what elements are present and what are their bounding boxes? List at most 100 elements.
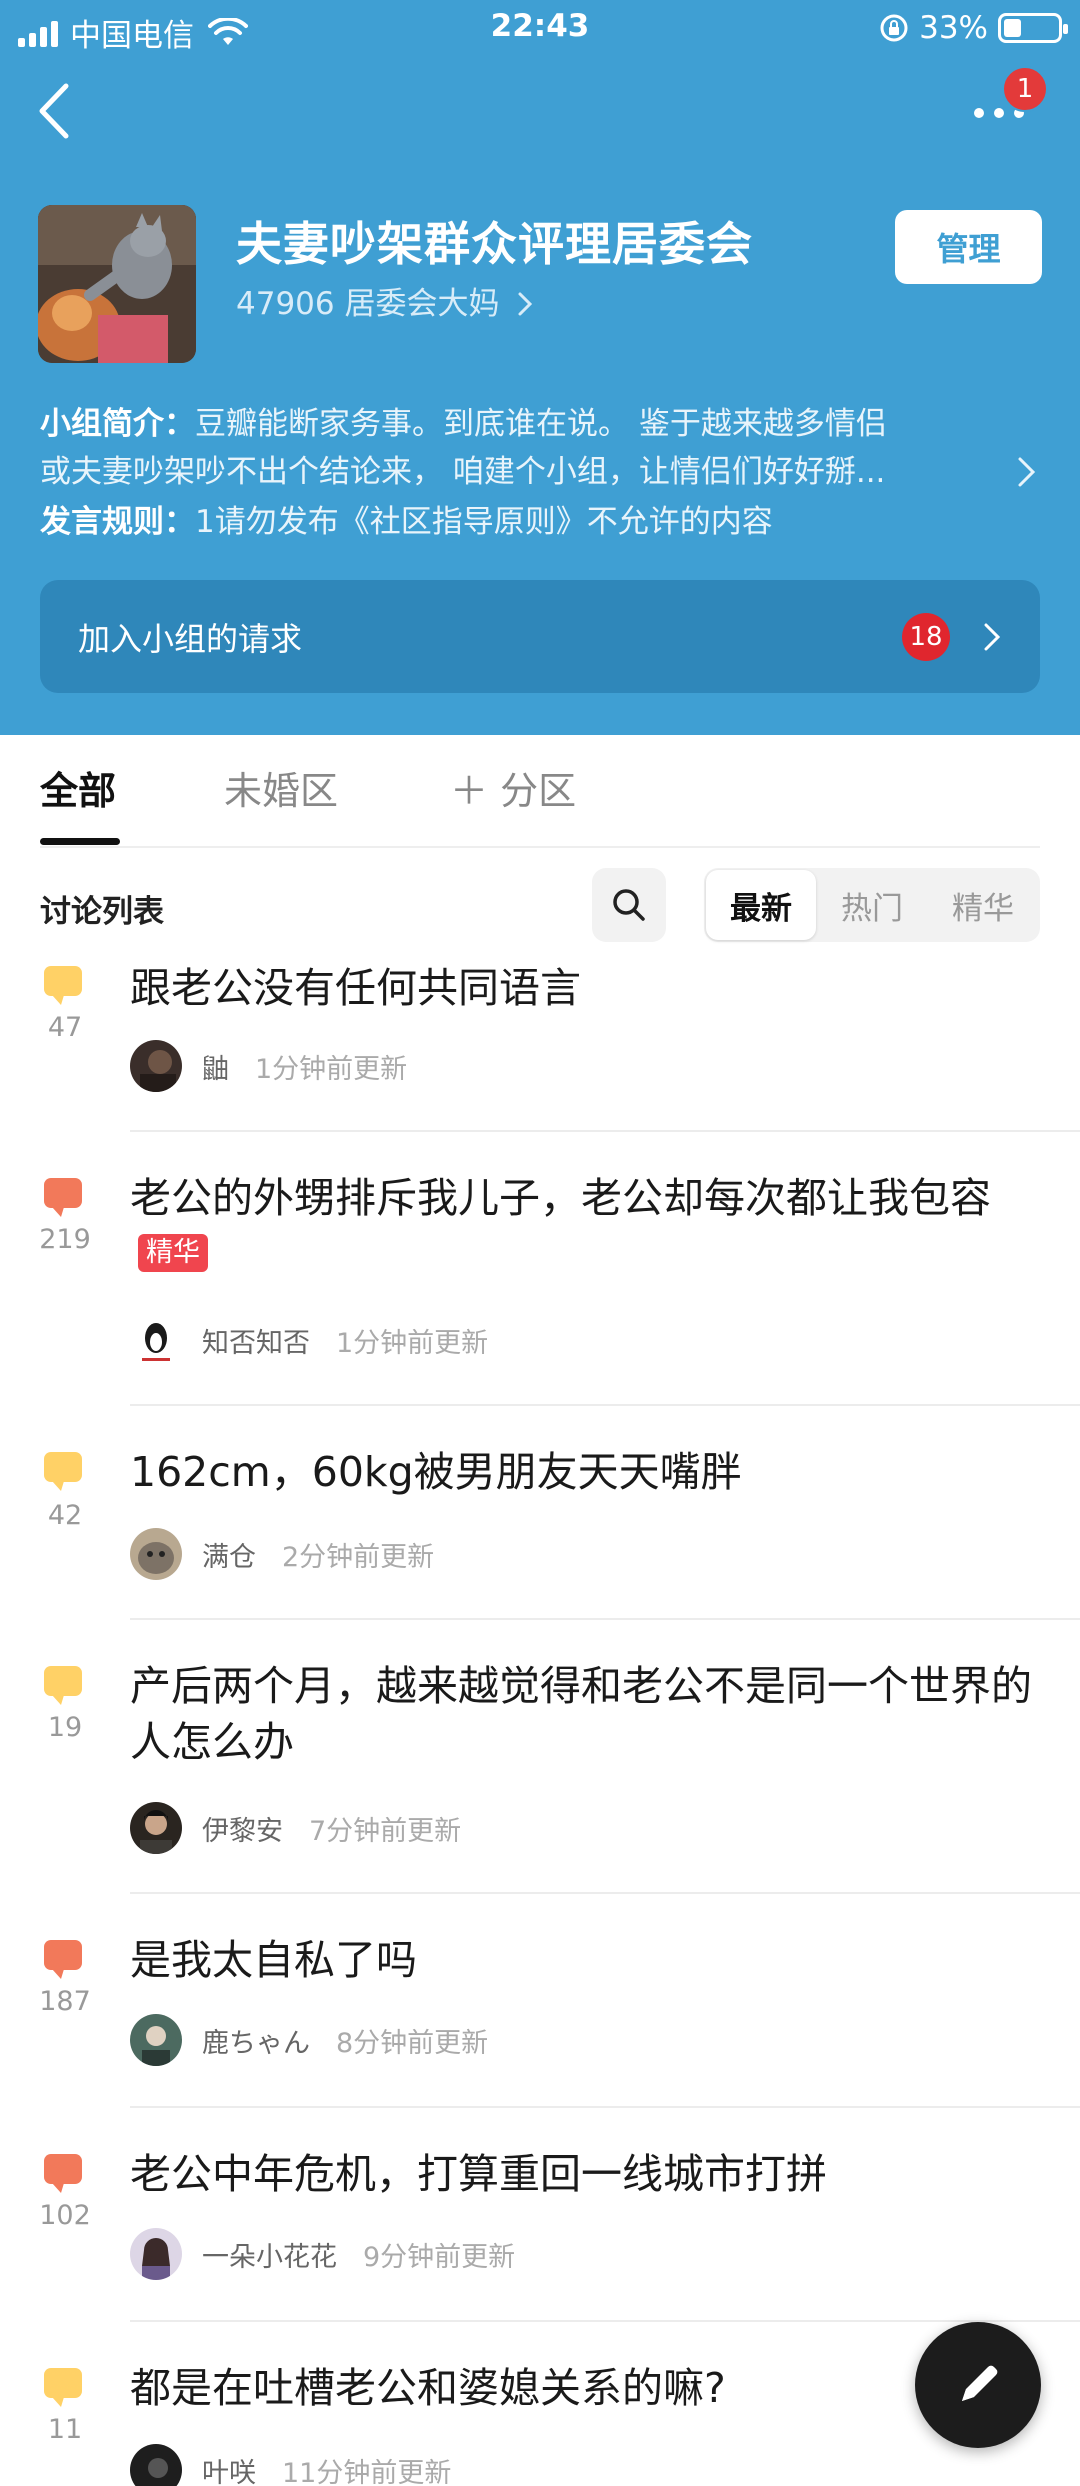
pen-icon	[962, 2365, 998, 2401]
topic-meta: 鹿ちゃん 8分钟前更新	[130, 2014, 488, 2066]
join-requests-label: 加入小组的请求	[78, 619, 303, 658]
compose-button[interactable]	[915, 2322, 1041, 2448]
intro-text-line2: 或夫妻吵架吵不出个结论来， 咱建个小组，让情侣们好好掰...	[40, 454, 886, 490]
group-avatar[interactable]	[38, 205, 196, 363]
reply-count: 11	[47, 2414, 83, 2445]
battery-icon	[998, 13, 1068, 43]
group-name: 夫妻吵架群众评理居委会	[236, 217, 753, 271]
member-count: 47906 居委会大妈	[236, 286, 500, 322]
update-time: 1分钟前更新	[255, 1053, 408, 1085]
topic-meta: 一朵小花花 9分钟前更新	[130, 2228, 515, 2280]
comment-bubble-icon	[44, 1666, 82, 1705]
update-time: 7分钟前更新	[309, 1815, 462, 1847]
topic-divider	[130, 1130, 1080, 1132]
author-name[interactable]: 鹿ちゃん	[202, 2021, 310, 2060]
rotation-lock-icon	[880, 14, 908, 42]
update-time: 1分钟前更新	[336, 1327, 489, 1359]
author-name[interactable]: 伊黎安	[202, 1809, 283, 1848]
comment-bubble-icon	[44, 1940, 82, 1979]
topic-meta: 知否知否 1分钟前更新	[130, 1314, 488, 1366]
sort-hot[interactable]: 热门	[817, 868, 927, 942]
comment-bubble-icon	[44, 1178, 82, 1217]
reply-count: 47	[47, 1012, 83, 1043]
topic-divider	[130, 2106, 1080, 2108]
tab-unmarried[interactable]: 未婚区	[224, 760, 338, 815]
topic-title[interactable]: 162cm，60kg被男朋友天天嘴胖	[130, 1444, 1040, 1500]
discussion-list-title: 讨论列表	[40, 894, 164, 930]
battery-percent: 33%	[919, 10, 988, 46]
chevron-right-icon	[518, 292, 533, 316]
manage-button[interactable]: 管理	[895, 210, 1042, 284]
tab-all[interactable]: 全部	[40, 760, 116, 815]
comment-bubble-icon	[44, 2368, 82, 2407]
rules-label: 发言规则：	[40, 504, 195, 540]
topic-meta: 鼬 1分钟前更新	[130, 1040, 407, 1092]
group-header: 中国电信 22:43 33% 1 夫妻吵架群众评理居委会 47906 居委会大妈…	[0, 0, 1080, 735]
chevron-right-icon[interactable]	[1016, 455, 1038, 489]
topic-title[interactable]: 产后两个月，越来越觉得和老公不是同一个世界的人怎么办	[130, 1658, 1040, 1770]
author-name[interactable]: 知否知否	[202, 1321, 310, 1360]
tab-add-section[interactable]: ＋ 分区	[450, 760, 576, 815]
sort-featured[interactable]: 精华	[928, 868, 1038, 942]
topic-divider	[130, 2320, 1080, 2322]
author-name[interactable]: 叶咲	[202, 2451, 256, 2486]
author-name[interactable]: 鼬	[202, 1047, 229, 1086]
reply-count: 102	[39, 2200, 91, 2231]
status-bar: 中国电信 22:43 33%	[0, 0, 1080, 56]
avatar[interactable]	[130, 2014, 182, 2066]
section-tabs: 全部 未婚区 ＋ 分区	[40, 760, 1040, 850]
status-right: 33%	[879, 10, 1068, 46]
list-header: 讨论列表 最新 热门 精华	[40, 868, 1040, 942]
avatar[interactable]	[130, 1314, 182, 1366]
reply-count: 187	[39, 1986, 91, 2017]
topic-title[interactable]: 是我太自私了吗	[130, 1932, 1040, 1988]
sort-segmented-control: 最新 热门 精华	[704, 868, 1040, 942]
member-count-link[interactable]: 47906 居委会大妈	[236, 278, 533, 323]
update-time: 11分钟前更新	[282, 2457, 452, 2486]
join-requests-row[interactable]: 加入小组的请求 18	[40, 580, 1040, 693]
reply-count: 42	[47, 1500, 83, 1531]
topic-meta: 满仓 2分钟前更新	[130, 1528, 434, 1580]
topic-divider	[130, 1892, 1080, 1894]
topic-title-text: 老公的外甥排斥我儿子，老公却每次都让我包容	[130, 1174, 991, 1222]
topic-title[interactable]: 老公中年危机，打算重回一线城市打拼	[130, 2146, 1040, 2202]
chevron-right-icon	[984, 623, 1001, 650]
back-chevron-icon[interactable]	[30, 78, 80, 144]
avatar[interactable]	[130, 1528, 182, 1580]
update-time: 8分钟前更新	[336, 2027, 489, 2059]
group-intro[interactable]: 小组简介：豆瓣能断家务事。到底谁在说。 鉴于越来越多情侣 或夫妻吵架吵不出个结论…	[40, 400, 990, 496]
search-button[interactable]	[592, 868, 666, 942]
topic-title[interactable]: 老公的外甥排斥我儿子，老公却每次都让我包容精华	[130, 1170, 1040, 1282]
topic-divider	[130, 1404, 1080, 1406]
intro-label: 小组简介：	[40, 406, 195, 442]
notification-badge: 1	[1002, 66, 1048, 112]
cat-photo-icon	[38, 205, 196, 363]
avatar[interactable]	[130, 1802, 182, 1854]
posting-rules: 发言规则：1请勿发布《社区指导原则》不允许的内容	[40, 496, 773, 541]
update-time: 9分钟前更新	[363, 2241, 516, 2273]
author-name[interactable]: 满仓	[202, 1535, 256, 1574]
topic-divider	[130, 1618, 1080, 1620]
comment-bubble-icon	[44, 966, 82, 1005]
featured-tag: 精华	[138, 1234, 208, 1272]
tabs-divider	[40, 846, 1040, 848]
reply-count: 19	[47, 1712, 83, 1743]
avatar[interactable]	[130, 2228, 182, 2280]
comment-bubble-icon	[44, 1452, 82, 1491]
join-requests-badge: 18	[902, 612, 950, 661]
update-time: 2分钟前更新	[282, 1541, 435, 1573]
reply-count: 219	[39, 1224, 91, 1255]
search-icon	[613, 889, 645, 921]
sort-latest[interactable]: 最新	[706, 870, 816, 940]
intro-text-line1: 豆瓣能断家务事。到底谁在说。 鉴于越来越多情侣	[195, 406, 887, 442]
topic-meta: 叶咲 11分钟前更新	[130, 2444, 451, 2486]
topic-title[interactable]: 都是在吐槽老公和婆媳关系的嘛?	[130, 2360, 1040, 2416]
comment-bubble-icon	[44, 2154, 82, 2193]
topic-meta: 伊黎安 7分钟前更新	[130, 1802, 461, 1854]
rules-text: 1请勿发布《社区指导原则》不允许的内容	[195, 504, 773, 540]
topic-title[interactable]: 跟老公没有任何共同语言	[130, 960, 1040, 1016]
active-tab-indicator	[40, 838, 120, 845]
avatar[interactable]	[130, 2444, 182, 2486]
author-name[interactable]: 一朵小花花	[202, 2235, 337, 2274]
avatar[interactable]	[130, 1040, 182, 1092]
